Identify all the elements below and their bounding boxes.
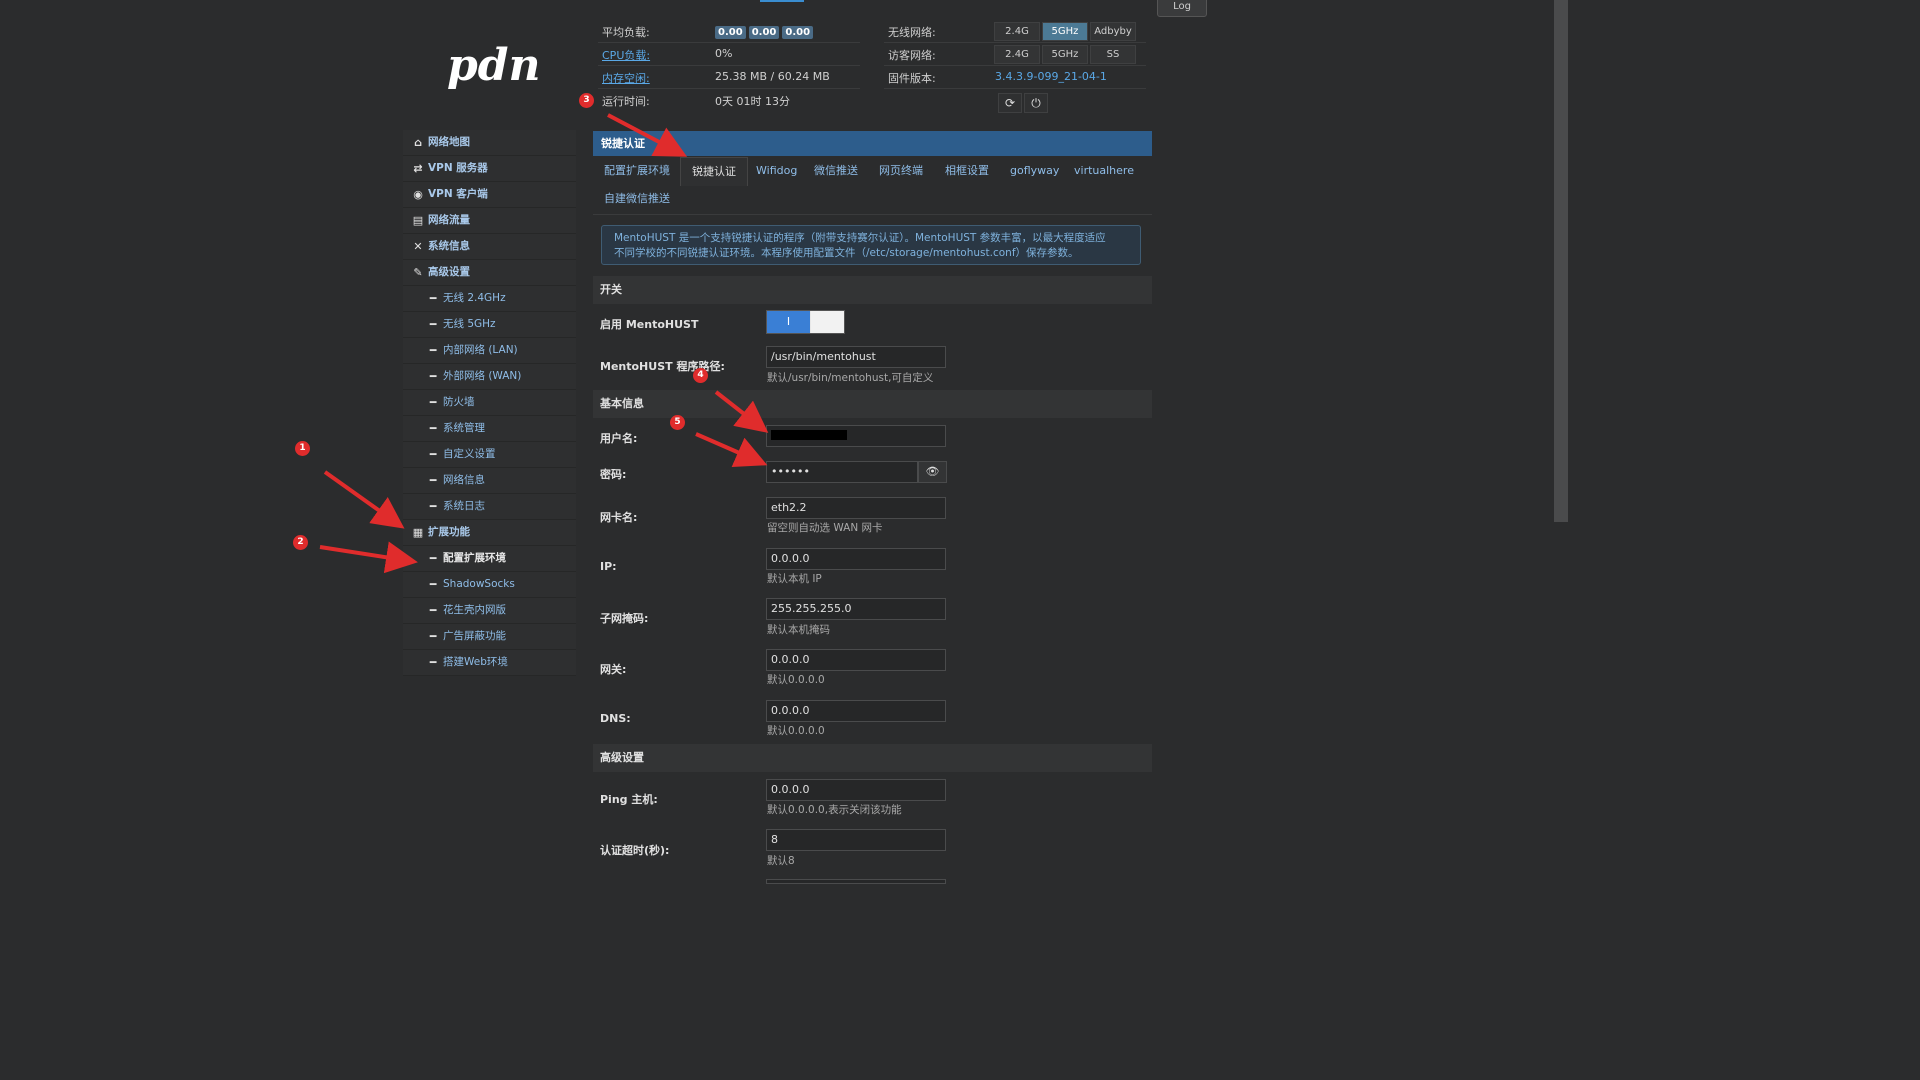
annotation-arrows [319, 113, 769, 574]
arrow-3 [607, 113, 688, 157]
annotation-badge-3: 3 [579, 93, 594, 108]
arrow-5 [695, 432, 768, 468]
arrow-4 [714, 390, 769, 433]
arrow-1 [323, 470, 405, 529]
annotation-badge-1: 1 [295, 441, 310, 456]
arrow-2 [319, 541, 418, 574]
annotation-badge-4: 4 [693, 368, 708, 383]
annotation-badge-2: 2 [293, 535, 308, 550]
annotation-badge-5: 5 [670, 415, 685, 430]
